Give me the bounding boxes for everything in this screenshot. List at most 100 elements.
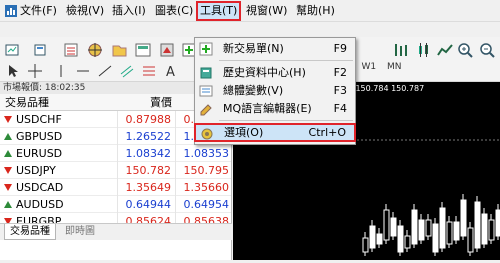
bid-cell: 1.08342 [117, 145, 173, 162]
menu-insert[interactable]: 插入(I) [112, 3, 146, 19]
tab-tick-chart[interactable]: 即時圖 [60, 224, 100, 240]
candle-body [488, 219, 495, 241]
options-icon [201, 128, 213, 140]
symbol-cell: AUDUSD [16, 198, 64, 211]
tools-menu-dropdown: 新交易單(N) F9 歷史資料中心(H) F2 總體變數(V) F3 MQ語言編… [194, 37, 356, 145]
profiles-icon[interactable] [32, 41, 50, 59]
table-row[interactable]: EURUSD 1.08342 1.08353 [0, 145, 231, 162]
menu-item-label: MQ語言編輯器(E) [223, 102, 312, 115]
menu-item-options[interactable]: 選項(O) Ctrl+O [194, 123, 356, 142]
horizontal-line-icon[interactable] [74, 62, 92, 80]
menu-item-shortcut: Ctrl+O [308, 126, 346, 139]
bid-cell: 1.26522 [117, 128, 173, 145]
menu-item-history-center[interactable]: 歷史資料中心(H) F2 [195, 64, 355, 82]
timeframe-mn[interactable]: MN [387, 62, 402, 72]
menu-item-shortcut: F9 [333, 42, 347, 55]
candle-body [376, 233, 383, 245]
navigator-icon[interactable] [110, 41, 128, 59]
symbol-cell: USDCHF [16, 113, 62, 126]
menu-separator [219, 60, 353, 61]
crosshair-icon[interactable] [86, 41, 104, 59]
strategy-tester-icon[interactable] [158, 41, 176, 59]
menu-item-label: 總體變數(V) [223, 84, 284, 97]
table-row[interactable]: USDJPY 150.782 150.795 [0, 162, 231, 179]
column-bid[interactable]: 賣價 [150, 94, 172, 111]
candle-body [467, 227, 474, 253]
menu-help[interactable]: 幫助(H) [296, 3, 335, 19]
arrow-down-icon [4, 167, 12, 174]
ask-cell: 1.35660 [175, 179, 231, 196]
menu-item-shortcut: F3 [333, 84, 347, 97]
candle-body [383, 209, 390, 241]
candle-body [495, 209, 500, 237]
fibonacci-icon[interactable] [140, 62, 158, 80]
zoom-in-icon[interactable] [456, 41, 474, 59]
new-chart-icon[interactable] [4, 41, 22, 59]
market-watch-tabs: 交易品種 即時圖 [0, 223, 232, 240]
tab-symbols[interactable]: 交易品種 [4, 224, 56, 240]
text-tool-icon[interactable]: A [162, 62, 180, 80]
column-symbol[interactable]: 交易品種 [5, 94, 49, 111]
crosshair-tool-icon[interactable] [26, 62, 44, 80]
candle-body [446, 221, 453, 245]
vertical-line-icon[interactable] [52, 62, 70, 80]
trendline-icon[interactable] [96, 62, 114, 80]
menu-item-label: 選項(O) [224, 126, 264, 139]
arrow-up-icon [4, 133, 12, 140]
candle-body [411, 209, 418, 245]
table-row[interactable]: USDCAD 1.35649 1.35660 [0, 179, 231, 196]
menu-item-new-order[interactable]: 新交易單(N) F9 [195, 40, 355, 58]
channel-icon[interactable] [118, 62, 136, 80]
menu-charts[interactable]: 圖表(C) [155, 3, 193, 19]
candle-body [481, 213, 488, 245]
terminal-icon[interactable] [134, 41, 152, 59]
candle-body [390, 217, 397, 237]
bid-cell: 150.782 [117, 162, 173, 179]
arrow-down-icon [4, 116, 12, 123]
arrow-down-icon [4, 184, 12, 191]
menu-item-global-variables[interactable]: 總體變數(V) F3 [195, 82, 355, 100]
menu-file[interactable]: 文件(F) [20, 3, 57, 19]
arrow-up-icon [4, 150, 12, 157]
candlestick-icon[interactable] [414, 41, 432, 59]
ask-cell: 1.08353 [175, 145, 231, 162]
timeframe-w1[interactable]: W1 [362, 62, 377, 72]
market-watch-icon[interactable] [62, 41, 80, 59]
symbol-cell: EURUSD [16, 147, 63, 160]
arrow-up-icon [4, 201, 12, 208]
candle-body [418, 219, 425, 241]
menu-tools[interactable]: 工具(T) [196, 1, 242, 21]
candle-body [425, 219, 432, 237]
candle-body [369, 225, 376, 249]
menubar: 文件(F) 檢視(V) 插入(I) 圖表(C) 工具(T) 視窗(W) 幫助(H… [0, 0, 500, 22]
candle-body [474, 201, 481, 249]
symbol-cell: GBPUSD [16, 130, 63, 143]
app-icon[interactable] [4, 4, 18, 18]
symbol-cell: USDCAD [16, 181, 64, 194]
menu-view[interactable]: 檢視(V) [66, 3, 104, 19]
candle-body [362, 237, 369, 253]
menu-separator [219, 120, 353, 121]
history-center-icon [200, 67, 212, 79]
svg-text:A: A [166, 65, 175, 80]
bar-chart-icon[interactable] [392, 41, 410, 59]
candle-body [432, 223, 439, 253]
menu-item-label: 新交易單(N) [223, 42, 284, 55]
menu-window[interactable]: 視窗(W) [246, 3, 287, 19]
zoom-out-icon[interactable] [478, 41, 496, 59]
table-row[interactable]: AUDUSD 0.64944 0.64954 [0, 196, 231, 213]
menu-item-metaeditor[interactable]: MQ語言編輯器(E) F4 [195, 100, 355, 118]
bid-cell: 1.35649 [117, 179, 173, 196]
candle-body [453, 221, 460, 241]
menu-item-label: 歷史資料中心(H) [223, 66, 306, 79]
candle-body [397, 225, 404, 253]
new-order-icon [199, 42, 213, 56]
line-chart-icon[interactable] [436, 41, 454, 59]
candle-body [460, 199, 467, 237]
symbol-cell: USDJPY [16, 164, 56, 177]
bid-cell: 0.64944 [117, 196, 173, 213]
cursor-icon[interactable] [4, 62, 22, 80]
menu-item-shortcut: F4 [333, 102, 347, 115]
candle-body [439, 207, 446, 249]
menu-item-shortcut: F2 [333, 66, 347, 79]
